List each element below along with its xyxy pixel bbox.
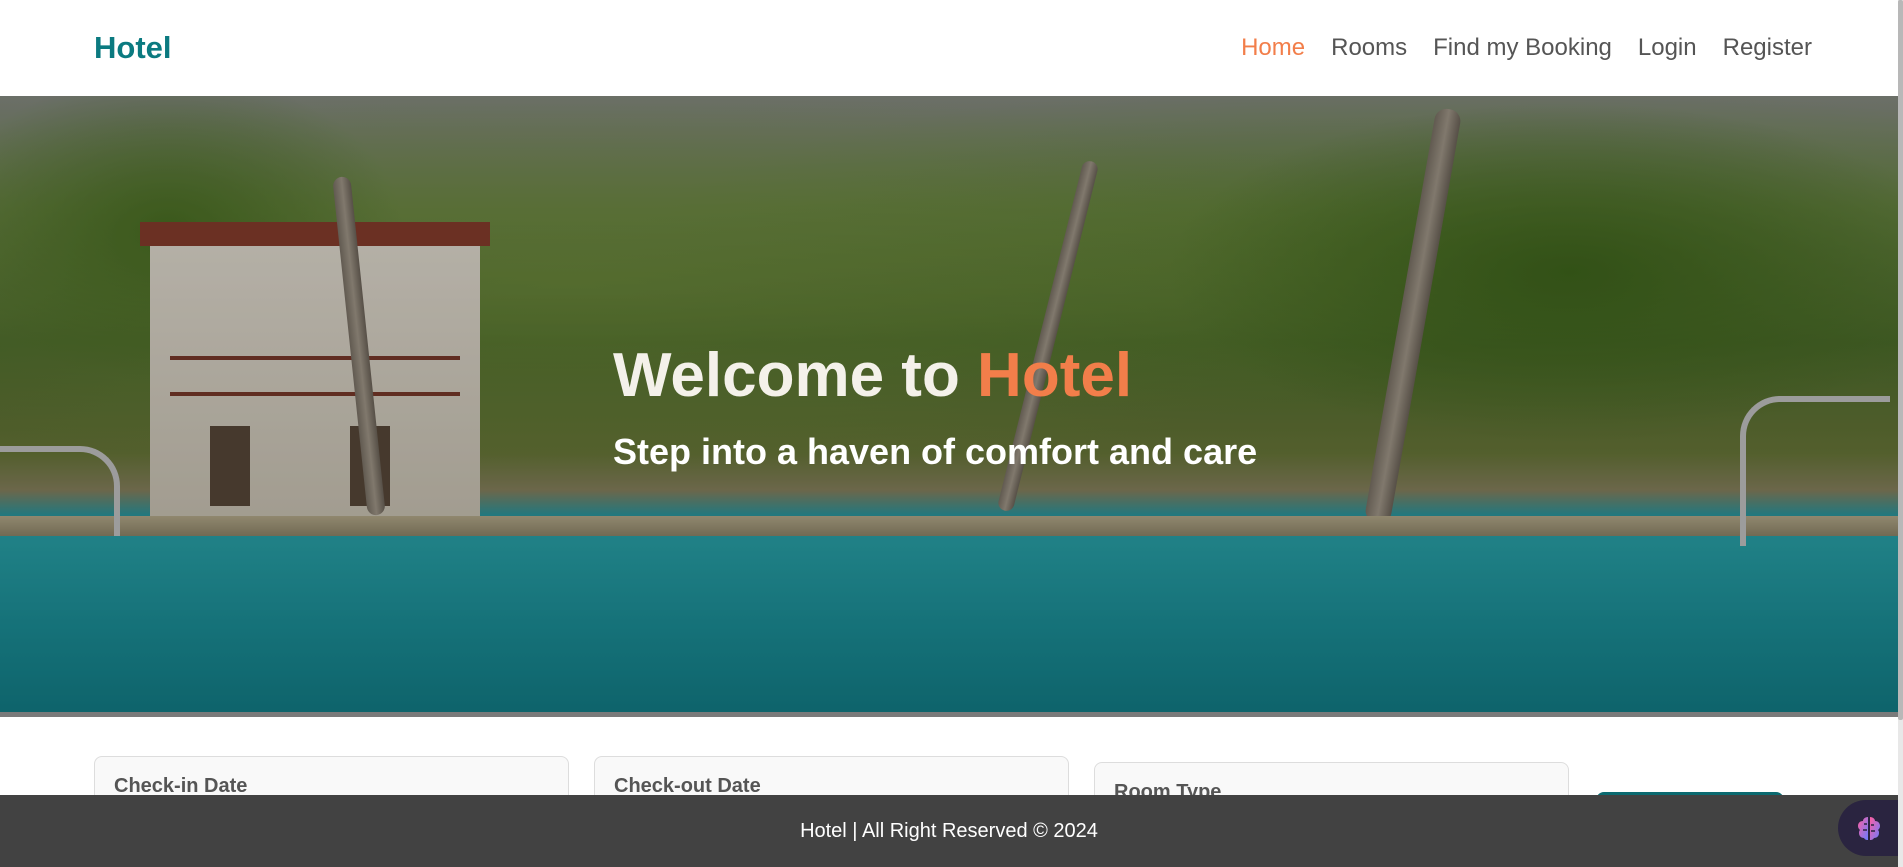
page-scrollbar[interactable] <box>1898 0 1903 867</box>
hero-title-accent: Hotel <box>977 341 1133 410</box>
hero-content: Welcome to Hotel Step into a haven of co… <box>613 340 1257 473</box>
hero-banner: Welcome to Hotel Step into a haven of co… <box>0 96 1898 717</box>
hero-title: Welcome to Hotel <box>613 340 1257 411</box>
nav-rooms[interactable]: Rooms <box>1331 34 1407 62</box>
site-header: Hotel Home Rooms Find my Booking Login R… <box>0 0 1898 96</box>
page: Hotel Home Rooms Find my Booking Login R… <box>0 0 1903 867</box>
hero-subtitle: Step into a haven of comfort and care <box>613 431 1258 472</box>
nav-find-booking[interactable]: Find my Booking <box>1433 34 1612 62</box>
hero-title-prefix: Welcome to <box>613 341 978 410</box>
main-nav: Home Rooms Find my Booking Login Registe… <box>1215 34 1812 62</box>
brand-logo[interactable]: Hotel <box>94 30 172 66</box>
brain-icon <box>1858 817 1880 840</box>
nav-login[interactable]: Login <box>1638 34 1697 62</box>
footer-copyright: Hotel | All Right Reserved © 2024 <box>800 819 1098 842</box>
site-footer: Hotel | All Right Reserved © 2024 <box>0 795 1898 867</box>
nav-home[interactable]: Home <box>1241 34 1305 62</box>
assistant-widget-button[interactable] <box>1838 800 1900 856</box>
scrollbar-thumb[interactable] <box>1898 0 1903 720</box>
nav-register[interactable]: Register <box>1723 34 1812 62</box>
